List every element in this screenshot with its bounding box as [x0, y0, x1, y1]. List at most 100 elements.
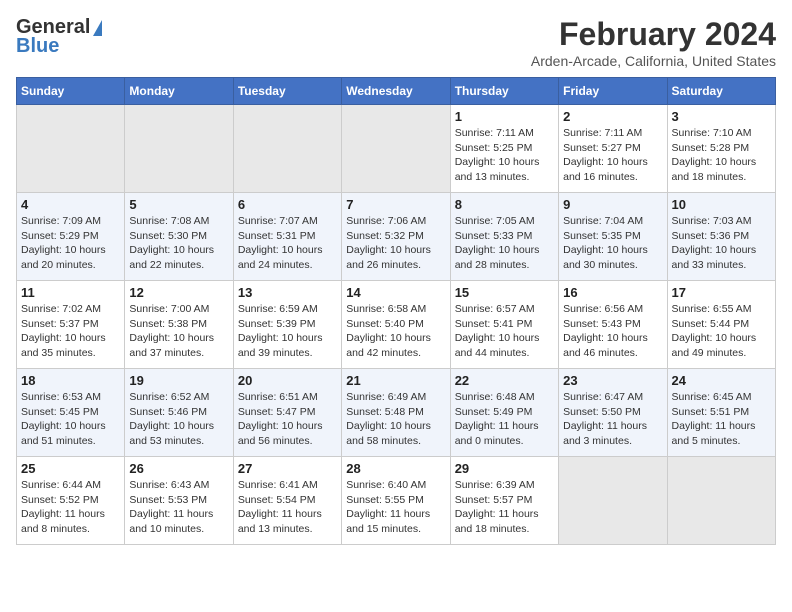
day-number: 18 [21, 373, 120, 388]
day-info: Sunrise: 7:06 AM Sunset: 5:32 PM Dayligh… [346, 214, 445, 273]
day-number: 1 [455, 109, 554, 124]
day-number: 15 [455, 285, 554, 300]
calendar-cell: 25 Sunrise: 6:44 AM Sunset: 5:52 PM Dayli… [17, 457, 125, 545]
day-info: Sunrise: 6:40 AM Sunset: 5:55 PM Dayligh… [346, 478, 445, 537]
subtitle: Arden-Arcade, California, United States [531, 53, 776, 69]
day-of-week-header: Wednesday [342, 78, 450, 105]
day-number: 12 [129, 285, 228, 300]
day-number: 22 [455, 373, 554, 388]
day-of-week-header: Friday [559, 78, 667, 105]
day-info: Sunrise: 6:56 AM Sunset: 5:43 PM Dayligh… [563, 302, 662, 361]
day-of-week-header: Saturday [667, 78, 775, 105]
calendar-cell [342, 105, 450, 193]
calendar-cell: 18 Sunrise: 6:53 AM Sunset: 5:45 PM Dayli… [17, 369, 125, 457]
day-info: Sunrise: 7:04 AM Sunset: 5:35 PM Dayligh… [563, 214, 662, 273]
calendar-table: SundayMondayTuesdayWednesdayThursdayFrid… [16, 77, 776, 545]
calendar-cell: 19Sunrise: 6:52 AM Sunset: 5:46 PM Dayli… [125, 369, 233, 457]
logo-blue-text: Blue [16, 35, 59, 58]
day-number: 8 [455, 197, 554, 212]
calendar-cell: 28Sunrise: 6:40 AM Sunset: 5:55 PM Dayli… [342, 457, 450, 545]
page-header: General Blue February 2024 Arden-Arcade,… [16, 16, 776, 69]
day-info: Sunrise: 7:03 AM Sunset: 5:36 PM Dayligh… [672, 214, 771, 273]
day-number: 25 [21, 461, 120, 476]
logo: General Blue [16, 16, 102, 58]
day-number: 17 [672, 285, 771, 300]
calendar-cell: 16 Sunrise: 6:56 AM Sunset: 5:43 PM Dayli… [559, 281, 667, 369]
day-number: 13 [238, 285, 337, 300]
calendar-cell: 21 Sunrise: 6:49 AM Sunset: 5:48 PM Dayli… [342, 369, 450, 457]
calendar-cell [125, 105, 233, 193]
day-info: Sunrise: 6:41 AM Sunset: 5:54 PM Dayligh… [238, 478, 337, 537]
calendar-cell: 3 Sunrise: 7:10 AM Sunset: 5:28 PM Daylig… [667, 105, 775, 193]
day-number: 20 [238, 373, 337, 388]
day-number: 10 [672, 197, 771, 212]
day-number: 21 [346, 373, 445, 388]
calendar-cell: 4 Sunrise: 7:09 AM Sunset: 5:29 PM Daylig… [17, 193, 125, 281]
day-info: Sunrise: 6:43 AM Sunset: 5:53 PM Dayligh… [129, 478, 228, 537]
day-number: 5 [129, 197, 228, 212]
day-number: 7 [346, 197, 445, 212]
calendar-cell: 11Sunrise: 7:02 AM Sunset: 5:37 PM Dayli… [17, 281, 125, 369]
day-number: 26 [129, 461, 228, 476]
day-info: Sunrise: 6:49 AM Sunset: 5:48 PM Dayligh… [346, 390, 445, 449]
calendar-cell: 26 Sunrise: 6:43 AM Sunset: 5:53 PM Dayli… [125, 457, 233, 545]
day-of-week-header: Monday [125, 78, 233, 105]
day-number: 4 [21, 197, 120, 212]
calendar-cell: 22 Sunrise: 6:48 AM Sunset: 5:49 PM Dayli… [450, 369, 558, 457]
calendar-cell: 14 Sunrise: 6:58 AM Sunset: 5:40 PM Dayli… [342, 281, 450, 369]
calendar-cell: 23 Sunrise: 6:47 AM Sunset: 5:50 PM Dayli… [559, 369, 667, 457]
day-number: 27 [238, 461, 337, 476]
day-info: Sunrise: 6:59 AM Sunset: 5:39 PM Dayligh… [238, 302, 337, 361]
day-info: Sunrise: 7:05 AM Sunset: 5:33 PM Dayligh… [455, 214, 554, 273]
day-info: Sunrise: 6:47 AM Sunset: 5:50 PM Dayligh… [563, 390, 662, 449]
calendar-cell [233, 105, 341, 193]
calendar-cell: 12 Sunrise: 7:00 AM Sunset: 5:38 PM Dayli… [125, 281, 233, 369]
calendar-cell: 15 Sunrise: 6:57 AM Sunset: 5:41 PM Dayli… [450, 281, 558, 369]
day-info: Sunrise: 6:53 AM Sunset: 5:45 PM Dayligh… [21, 390, 120, 449]
day-info: Sunrise: 7:09 AM Sunset: 5:29 PM Dayligh… [21, 214, 120, 273]
day-of-week-header: Sunday [17, 78, 125, 105]
main-title: February 2024 [531, 16, 776, 53]
calendar-cell: 20 Sunrise: 6:51 AM Sunset: 5:47 PM Dayli… [233, 369, 341, 457]
title-section: February 2024 Arden-Arcade, California, … [531, 16, 776, 69]
day-info: Sunrise: 6:58 AM Sunset: 5:40 PM Dayligh… [346, 302, 445, 361]
calendar-cell: 10 Sunrise: 7:03 AM Sunset: 5:36 PM Dayli… [667, 193, 775, 281]
day-info: Sunrise: 6:55 AM Sunset: 5:44 PM Dayligh… [672, 302, 771, 361]
day-info: Sunrise: 7:10 AM Sunset: 5:28 PM Dayligh… [672, 126, 771, 185]
day-number: 19 [129, 373, 228, 388]
day-number: 6 [238, 197, 337, 212]
calendar-cell: 8 Sunrise: 7:05 AM Sunset: 5:33 PM Daylig… [450, 193, 558, 281]
day-info: Sunrise: 7:07 AM Sunset: 5:31 PM Dayligh… [238, 214, 337, 273]
day-number: 23 [563, 373, 662, 388]
day-number: 24 [672, 373, 771, 388]
day-info: Sunrise: 6:44 AM Sunset: 5:52 PM Dayligh… [21, 478, 120, 537]
day-of-week-header: Thursday [450, 78, 558, 105]
day-info: Sunrise: 7:08 AM Sunset: 5:30 PM Dayligh… [129, 214, 228, 273]
calendar-cell [17, 105, 125, 193]
day-info: Sunrise: 6:51 AM Sunset: 5:47 PM Dayligh… [238, 390, 337, 449]
calendar-cell: 29 Sunrise: 6:39 AM Sunset: 5:57 PM Dayli… [450, 457, 558, 545]
day-number: 14 [346, 285, 445, 300]
calendar-cell: 9 Sunrise: 7:04 AM Sunset: 5:35 PM Daylig… [559, 193, 667, 281]
day-info: Sunrise: 6:45 AM Sunset: 5:51 PM Dayligh… [672, 390, 771, 449]
day-number: 29 [455, 461, 554, 476]
calendar-cell: 6 Sunrise: 7:07 AM Sunset: 5:31 PM Daylig… [233, 193, 341, 281]
calendar-cell: 1Sunrise: 7:11 AM Sunset: 5:25 PM Daylig… [450, 105, 558, 193]
day-info: Sunrise: 6:57 AM Sunset: 5:41 PM Dayligh… [455, 302, 554, 361]
calendar-cell [559, 457, 667, 545]
calendar-cell: 27 Sunrise: 6:41 AM Sunset: 5:54 PM Dayli… [233, 457, 341, 545]
day-info: Sunrise: 6:48 AM Sunset: 5:49 PM Dayligh… [455, 390, 554, 449]
day-number: 2 [563, 109, 662, 124]
day-number: 9 [563, 197, 662, 212]
day-info: Sunrise: 6:39 AM Sunset: 5:57 PM Dayligh… [455, 478, 554, 537]
calendar-cell: 13 Sunrise: 6:59 AM Sunset: 5:39 PM Dayli… [233, 281, 341, 369]
day-number: 16 [563, 285, 662, 300]
day-number: 3 [672, 109, 771, 124]
calendar-cell: 5 Sunrise: 7:08 AM Sunset: 5:30 PM Daylig… [125, 193, 233, 281]
day-number: 11 [21, 285, 120, 300]
calendar-cell: 17 Sunrise: 6:55 AM Sunset: 5:44 PM Dayli… [667, 281, 775, 369]
day-info: Sunrise: 7:00 AM Sunset: 5:38 PM Dayligh… [129, 302, 228, 361]
calendar-cell: 7 Sunrise: 7:06 AM Sunset: 5:32 PM Daylig… [342, 193, 450, 281]
day-of-week-header: Tuesday [233, 78, 341, 105]
calendar-cell [667, 457, 775, 545]
